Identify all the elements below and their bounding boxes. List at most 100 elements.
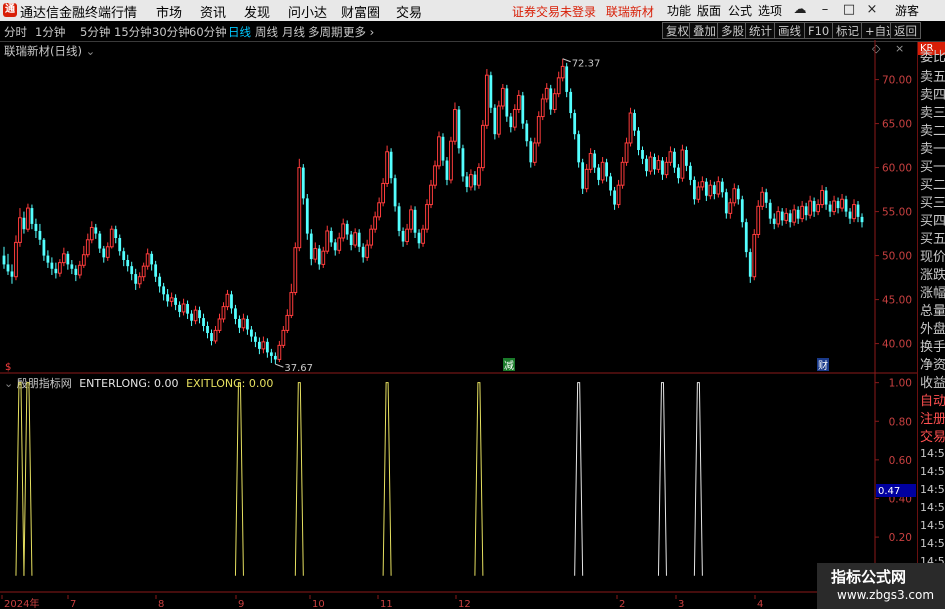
candle-body <box>38 230 42 240</box>
candle <box>593 150 597 173</box>
btn-f10[interactable]: F10 <box>804 22 834 39</box>
candle-body <box>673 151 676 168</box>
quote-label: 换手 <box>920 340 945 355</box>
minimize-icon[interactable]: – <box>816 1 834 19</box>
candle <box>277 340 282 363</box>
candle <box>81 245 86 268</box>
btn-biaoji[interactable]: 标记 <box>832 22 863 39</box>
candle-body <box>401 230 405 242</box>
candle <box>85 233 90 258</box>
candle <box>544 83 549 103</box>
watermark: 指标公式网 www.zbgs3.com <box>817 563 945 609</box>
menu-wenxiaoda[interactable]: 问小达 <box>288 2 327 21</box>
candle-body <box>246 318 249 330</box>
candle-body <box>421 228 425 244</box>
candle-body <box>748 252 752 277</box>
menu-hangqing[interactable]: 行情 <box>111 2 137 21</box>
menu-faxian[interactable]: 发现 <box>244 2 270 21</box>
candle <box>317 245 321 270</box>
maximize-icon[interactable]: □ <box>840 1 858 19</box>
candle <box>600 157 605 184</box>
candle <box>496 100 501 138</box>
candle-body <box>230 294 233 309</box>
period-weekly[interactable]: 周线 <box>255 24 278 40</box>
period-daily[interactable]: 日线 <box>228 24 251 40</box>
candle <box>89 221 94 244</box>
candle-body <box>250 329 253 337</box>
candle <box>756 200 761 238</box>
candle <box>521 91 525 129</box>
quote-label: 买五 <box>920 232 945 247</box>
candle <box>225 289 230 311</box>
menu-shichang[interactable]: 市场 <box>156 2 182 21</box>
period-1min[interactable]: 1分钟 <box>35 24 65 40</box>
candle-body <box>449 140 453 181</box>
quote-label: 委比 <box>920 50 945 65</box>
warning-text: 证券交易未登录 <box>512 5 597 19</box>
candle <box>648 151 653 175</box>
period-fenshi[interactable]: 分时 <box>4 24 27 40</box>
candle <box>768 199 772 224</box>
candle <box>836 197 840 214</box>
tool-banmian[interactable]: 版面 <box>697 2 721 19</box>
trade-login-warning[interactable]: 证券交易未登录 联瑞新材 <box>512 3 654 20</box>
candle-body <box>114 229 118 238</box>
candle <box>158 273 162 293</box>
btn-diejia[interactable]: 叠加 <box>689 22 720 39</box>
user-label[interactable]: 游客 <box>895 2 919 19</box>
period-monthly[interactable]: 月线 <box>282 24 305 40</box>
candle-body <box>150 253 154 265</box>
menu-caifuquan[interactable]: 财富圈 <box>341 2 380 21</box>
app-logo-icon: 通 <box>3 3 17 17</box>
menu-zixun[interactable]: 资讯 <box>200 2 226 21</box>
candle <box>70 260 74 275</box>
candle-body <box>461 148 465 177</box>
btn-huaxian[interactable]: 画线 <box>774 22 805 39</box>
candle <box>353 228 358 248</box>
tool-gongshi[interactable]: 公式 <box>728 2 752 19</box>
tick-time: 14:56 <box>920 519 945 532</box>
candle-body <box>832 200 836 213</box>
candle <box>141 262 146 282</box>
period-5min[interactable]: 5分钟 <box>80 24 110 40</box>
cloud-icon[interactable]: ☁ <box>791 1 809 19</box>
candle-body <box>369 228 374 246</box>
candle-body <box>413 209 417 233</box>
candle <box>597 164 601 186</box>
candle-body <box>349 234 353 246</box>
period-30min[interactable]: 30分钟 <box>152 24 190 40</box>
candle <box>493 104 497 140</box>
period-more[interactable]: 更多 › <box>343 24 374 40</box>
btn-duogu[interactable]: 多股 <box>717 22 748 39</box>
y-tick-label: 55.00 <box>882 207 912 219</box>
quote-label[interactable]: 自动 <box>920 390 945 409</box>
indicator-y-label: 0.80 <box>889 416 912 428</box>
quote-label[interactable]: 交易 <box>920 426 945 445</box>
candle-body <box>736 188 740 200</box>
candle-body <box>453 109 457 142</box>
btn-back[interactable]: 返回 <box>890 22 921 39</box>
candlestick-chart: 70.00 65.00 60.00 55.00 50.00 45.00 40.00 72.37… <box>0 40 917 374</box>
candle <box>540 93 545 121</box>
candle <box>333 238 337 256</box>
candle <box>321 246 326 268</box>
signal-spike <box>294 382 304 576</box>
candle-body <box>46 255 50 263</box>
quote-label: 涨跌 <box>920 268 945 283</box>
btn-tongji[interactable]: 统计 <box>745 22 776 39</box>
tool-gongneng[interactable]: 功能 <box>667 2 691 19</box>
candle-body <box>764 192 768 203</box>
quote-label[interactable]: 注册 <box>920 408 945 427</box>
period-15min[interactable]: 15分钟 <box>114 24 152 40</box>
x-tick-label: 10 <box>312 599 325 609</box>
candle-body <box>174 297 177 305</box>
tool-xuanxiang[interactable]: 选项 <box>758 2 782 19</box>
candle-body <box>620 161 625 186</box>
candle <box>457 106 461 154</box>
menu-jiaoyi[interactable]: 交易 <box>396 2 422 21</box>
quote-label: 卖五 <box>920 70 945 85</box>
candle-body <box>425 204 429 230</box>
period-multi[interactable]: 多周期 <box>308 24 343 40</box>
close-icon[interactable]: × <box>863 1 881 19</box>
period-60min[interactable]: 60分钟 <box>189 24 227 40</box>
